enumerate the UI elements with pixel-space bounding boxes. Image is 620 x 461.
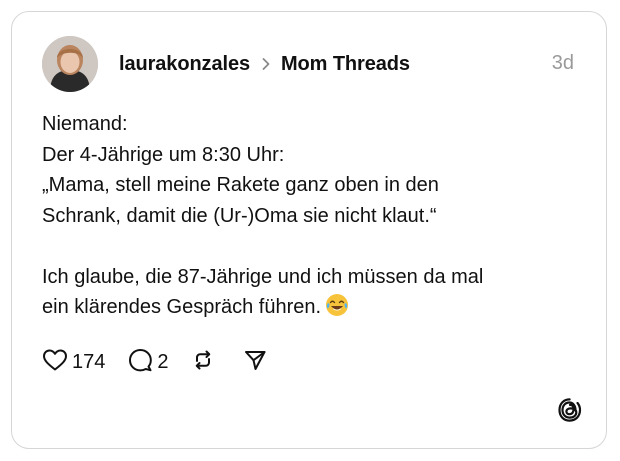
send-icon bbox=[243, 348, 267, 377]
comment-bubble-icon bbox=[127, 347, 153, 378]
heart-icon bbox=[42, 348, 68, 377]
reply-button[interactable]: 2 bbox=[127, 347, 169, 378]
post-text-line-last: ein klärendes Gespräch führen. bbox=[42, 292, 582, 327]
post-timestamp: 3d bbox=[551, 52, 574, 74]
post-text-line: Niemand: bbox=[42, 113, 128, 135]
post-text-line: Schrank, damit die (Ur-)Oma sie nicht kl… bbox=[42, 204, 437, 227]
chevron-right-icon bbox=[261, 57, 271, 71]
post-header: laurakonzales Mom Threads 3d bbox=[42, 36, 578, 92]
community-name[interactable]: Mom Threads bbox=[281, 53, 410, 76]
reply-count: 2 bbox=[157, 350, 169, 373]
repost-icon bbox=[191, 348, 215, 377]
author-line: laurakonzales Mom Threads bbox=[119, 50, 410, 78]
post-text-line: Ich glaube, die 87-Jährige und ich müsse… bbox=[42, 265, 484, 288]
like-button[interactable]: 174 bbox=[42, 348, 105, 377]
post-text-line: „Mama, stell meine Rakete ganz oben in d… bbox=[42, 174, 439, 196]
username[interactable]: laurakonzales bbox=[119, 53, 250, 76]
post-text-line: Der 4-Jährige um 8:30 Uhr: bbox=[42, 143, 285, 166]
avatar[interactable] bbox=[42, 36, 98, 92]
share-button[interactable] bbox=[243, 348, 267, 377]
like-count: 174 bbox=[72, 350, 106, 373]
post-actions: 174 2 bbox=[42, 347, 267, 377]
repost-button[interactable] bbox=[191, 348, 215, 377]
post-text-line bbox=[42, 231, 582, 262]
face-with-tears-of-joy-icon bbox=[325, 293, 349, 327]
threads-logo-icon[interactable] bbox=[556, 396, 584, 424]
post-text-line: ein klärendes Gespräch führen. bbox=[42, 296, 322, 318]
post-card: laurakonzales Mom Threads 3d Niemand: De… bbox=[11, 11, 607, 449]
post-body: Niemand: Der 4-Jährige um 8:30 Uhr: „Mam… bbox=[42, 109, 582, 327]
